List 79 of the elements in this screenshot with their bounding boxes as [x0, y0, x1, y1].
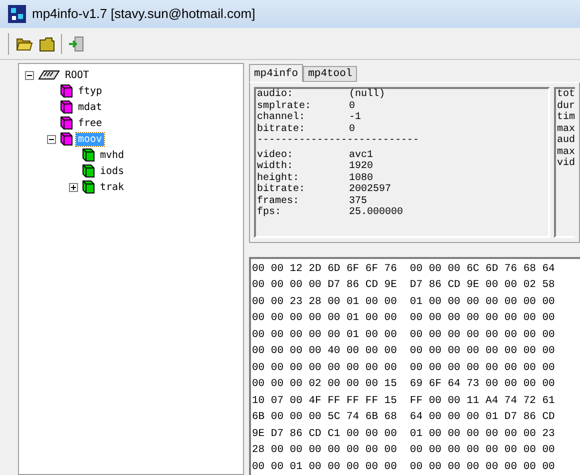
- tree-item[interactable]: mvhd: [98, 148, 126, 162]
- field-label: dur: [556, 100, 575, 112]
- cube-icon: [60, 100, 73, 114]
- field-value: avc1: [348, 150, 373, 161]
- hex-bytes: 00 00 00 00 00 00 00 00: [410, 344, 555, 359]
- exit-icon[interactable]: [68, 36, 84, 52]
- field-value: -1: [348, 112, 361, 124]
- hex-bytes: FF 00 00 11 A4 74 72 61: [410, 394, 555, 408]
- field-label: aud: [556, 135, 575, 146]
- tree-item[interactable]: ftyp: [76, 84, 104, 98]
- hex-bytes: 00 00 00 00 D7 86 CD 9E: [252, 278, 397, 293]
- collapse-icon[interactable]: [25, 70, 34, 80]
- field-label: width:: [256, 161, 294, 172]
- cube-icon: [82, 164, 95, 178]
- hex-bytes: 00 00 00 00 00 01 00 00: [252, 311, 397, 326]
- field-value: 375: [348, 196, 367, 207]
- tab[interactable]: mp4tool: [303, 66, 358, 82]
- window-title: mp4info-v1.7 [stavy.sun@hotmail.com]: [32, 5, 256, 24]
- hex-bytes: 00 00 00 02 00 00 00 15: [252, 377, 397, 392]
- field-value: 2002597: [348, 184, 391, 196]
- hex-bytes: 00 00 00 6C 6D 76 68 64: [410, 262, 555, 276]
- open-folder-icon[interactable]: [16, 36, 33, 51]
- field-value: 1920: [348, 161, 373, 172]
- tab[interactable]: mp4info: [248, 64, 304, 82]
- hex-bytes: 00 00 00 00 00 00 00 00: [410, 328, 555, 342]
- collapse-icon[interactable]: [47, 134, 56, 144]
- cube-icon: [82, 148, 95, 162]
- tree-item[interactable]: free: [76, 116, 104, 130]
- hex-bytes: 00 00 00 00 00 00 00 00: [410, 360, 555, 376]
- field-label: height:: [256, 172, 300, 184]
- field-label: max: [556, 124, 575, 134]
- hex-bytes: 01 00 00 00 00 00 00 00: [410, 294, 555, 310]
- hex-bytes: 6B 00 00 00 5C 74 6B 68: [252, 410, 397, 425]
- field-label: tot: [556, 89, 575, 100]
- cube-icon: [60, 116, 73, 130]
- field-value: 0: [348, 100, 355, 112]
- hex-bytes: 10 07 00 4F FF FF FF 15: [252, 394, 397, 408]
- field-label: channel:: [256, 112, 306, 124]
- hex-bytes: 9E D7 86 CD C1 00 00 00: [252, 426, 397, 442]
- hex-bytes: 00 00 00 00 00 00 00 00: [410, 443, 555, 458]
- hex-bytes: 00 00 00 00 00 00 00 00: [410, 460, 555, 474]
- field-label: max: [556, 146, 575, 158]
- app-icon: [8, 5, 26, 23]
- hex-bytes: 00 00 00 00 00 00 00 00: [410, 311, 555, 326]
- folder-icon[interactable]: [39, 36, 55, 52]
- cube-icon: [60, 132, 73, 146]
- field-value: 1080: [348, 172, 373, 184]
- hex-bytes: 01 00 00 00 00 00 00 23: [410, 426, 555, 442]
- cube-icon: [60, 84, 73, 98]
- field-value: 25.000000: [348, 207, 403, 218]
- expand-icon[interactable]: [69, 182, 78, 192]
- field-label: audio:: [256, 89, 294, 100]
- hex-bytes: 69 6F 64 73 00 00 00 00: [410, 377, 555, 392]
- field-value: 0: [348, 124, 355, 135]
- hex-bytes: 00 00 00 00 40 00 00 00: [252, 344, 397, 359]
- tree-item[interactable]: iods: [98, 164, 126, 178]
- tree-item[interactable]: ROOT: [63, 68, 92, 82]
- field-value: (null): [348, 89, 385, 100]
- hex-bytes: 64 00 00 00 01 D7 86 CD: [410, 410, 555, 425]
- field-label: bitrate:: [256, 124, 306, 135]
- field-label: bitrate:: [256, 184, 306, 196]
- hex-bytes: 00 00 00 00 00 01 00 00: [252, 328, 397, 342]
- field-label: vid: [556, 158, 575, 170]
- field-label: fps:: [256, 207, 282, 218]
- tree-item[interactable]: trak: [98, 180, 126, 194]
- hex-bytes: 00 00 12 2D 6D 6F 6F 76: [252, 262, 397, 276]
- hex-bytes: 00 00 00 00 00 00 00 00: [252, 360, 397, 376]
- hex-bytes: 28 00 00 00 00 00 00 00: [252, 443, 397, 458]
- drive-icon: [38, 70, 60, 80]
- hex-bytes: 00 00 23 28 00 01 00 00: [252, 294, 397, 310]
- field-label: video:: [256, 150, 294, 160]
- separator-text: ---------------------------: [256, 135, 420, 146]
- field-label: smplrate:: [256, 100, 312, 112]
- tree-item[interactable]: mdat: [76, 100, 104, 114]
- field-label: tim: [556, 112, 575, 124]
- cube-icon: [82, 180, 95, 194]
- hex-bytes: 00 00 01 00 00 00 00 00: [252, 460, 397, 474]
- hex-bytes: D7 86 CD 9E 00 00 02 58: [410, 278, 555, 293]
- field-label: frames:: [256, 196, 300, 206]
